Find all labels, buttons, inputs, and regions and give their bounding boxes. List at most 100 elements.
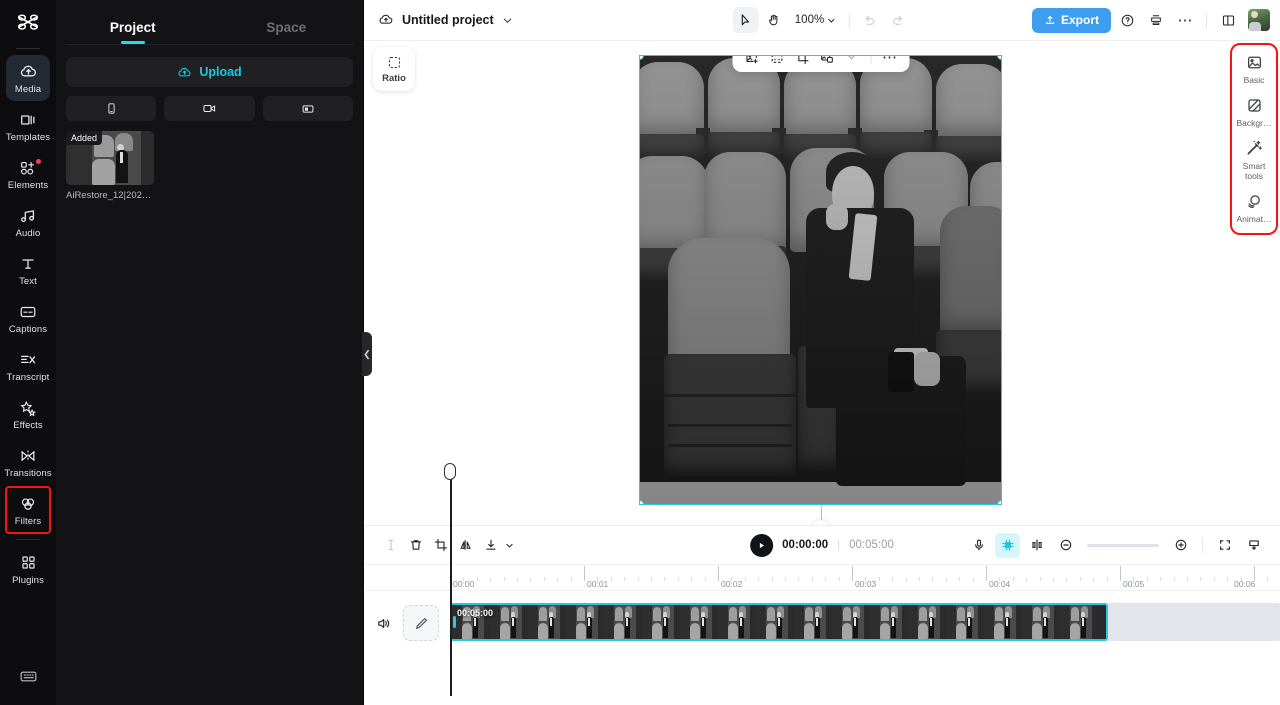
sidebar-item-audio[interactable]: Audio [6, 199, 50, 245]
image-basic-icon [1244, 52, 1264, 72]
right-tools-panel: Basic Backgr… Smart tools Animat… [1230, 43, 1278, 235]
media-item[interactable]: Added AiRestore_12|202… [66, 131, 154, 201]
record-video-button[interactable] [164, 96, 255, 121]
sidebar-item-label: Filters [14, 515, 42, 527]
ruler-tick [1026, 577, 1028, 581]
playhead[interactable] [450, 476, 452, 696]
sidebar-item-templates[interactable]: Templates [6, 103, 50, 149]
hand-pan-icon [767, 13, 781, 27]
clip-left-trim-handle[interactable] [453, 616, 456, 628]
new-badge-dot [36, 159, 41, 164]
panel-collapse-handle[interactable]: ❮ [362, 332, 372, 376]
replace-media-button[interactable] [740, 56, 763, 69]
sidebar-item-elements[interactable]: Elements [6, 151, 50, 197]
upload-button[interactable]: Upload [66, 57, 353, 87]
remove-background-options-button[interactable] [840, 56, 863, 69]
video-track-lane[interactable]: 00:05:00 [450, 603, 1280, 641]
zoom-out-timeline-button[interactable] [1053, 533, 1078, 558]
zoom-level-selector[interactable]: 100% [789, 14, 842, 26]
auto-reframe-button[interactable] [765, 56, 788, 69]
media-grid: Added AiRestore_12|202… [56, 121, 363, 201]
right-tool-basic[interactable]: Basic [1234, 52, 1274, 85]
timeline-ruler[interactable]: 00:00 00:01 00:02 00:03 00:04 00:05 00:0… [364, 565, 1280, 591]
delete-clip-button[interactable] [403, 533, 428, 558]
split-button[interactable] [1024, 533, 1049, 558]
select-tool-button[interactable] [732, 7, 759, 33]
panel-tab-bar: Project Space [56, 0, 363, 44]
media-thumbnail[interactable]: Added [66, 131, 154, 185]
ruler-tick [651, 577, 652, 581]
toolbar-divider-right [1206, 12, 1207, 28]
more-options-button[interactable]: ⋯ [1172, 7, 1198, 33]
download-options-button[interactable] [503, 533, 516, 558]
undo-icon [863, 13, 877, 27]
ruler-tick [517, 577, 518, 581]
panel-layout-button[interactable] [1215, 7, 1241, 33]
tab-project[interactable]: Project [56, 20, 210, 44]
help-button[interactable] [1114, 7, 1140, 33]
ruler-tick [1187, 577, 1188, 581]
remove-background-button[interactable] [815, 56, 838, 69]
crop-button[interactable] [790, 56, 813, 69]
split-cursor-icon [384, 538, 398, 552]
ai-assistant-button[interactable] [995, 532, 1020, 558]
crop-icon [794, 56, 809, 65]
import-from-phone-button[interactable] [66, 96, 157, 121]
download-clip-button[interactable] [478, 533, 503, 558]
tab-label: Space [266, 20, 307, 35]
record-screen-button[interactable] [262, 96, 353, 121]
user-avatar[interactable] [1248, 9, 1270, 31]
ruler-tick [637, 577, 639, 581]
ratio-button[interactable]: Ratio [373, 47, 415, 91]
redo-button[interactable] [885, 7, 911, 33]
hand-tool-button[interactable] [761, 7, 787, 33]
sidebar-item-plugins[interactable]: Plugins [6, 546, 50, 592]
filmstrip-frame [984, 605, 1022, 639]
text-icon [18, 254, 38, 274]
tab-space[interactable]: Space [210, 20, 364, 44]
right-tool-background[interactable]: Backgr… [1234, 95, 1274, 128]
play-button[interactable] [750, 533, 774, 557]
export-button[interactable]: Export [1031, 7, 1111, 33]
edit-track-button[interactable] [403, 605, 439, 641]
chevron-down-icon[interactable] [502, 15, 513, 26]
sidebar-item-media[interactable]: Media [6, 55, 50, 101]
track-height-button[interactable] [1241, 533, 1266, 558]
phone-import-icon [105, 102, 118, 115]
capcut-logo-icon[interactable] [11, 6, 45, 40]
project-title-group[interactable]: Untitled project [378, 12, 513, 28]
layers-button[interactable] [1143, 7, 1169, 33]
sidebar-item-effects[interactable]: Effects [6, 391, 50, 437]
undo-button[interactable] [857, 7, 883, 33]
timeline-tracks: 00:05:00 [364, 463, 1280, 705]
resize-handle-bottom-right[interactable] [997, 500, 1001, 504]
rail-divider-top [16, 48, 40, 49]
mirror-clip-button[interactable] [453, 533, 478, 558]
top-toolbar: Untitled project 100% Export ⋯ [364, 0, 1280, 41]
sidebar-item-transitions[interactable]: Transitions [4, 439, 52, 485]
right-tool-animation[interactable]: Animat… [1234, 191, 1274, 224]
canvas-preview[interactable]: ⋯ [639, 55, 1002, 505]
split-tool-button[interactable] [378, 533, 403, 558]
timeline-right-tools [966, 532, 1266, 558]
sidebar-item-text[interactable]: Text [6, 247, 50, 293]
media-more-options-button[interactable]: ⋯ [878, 56, 901, 69]
voiceover-button[interactable] [966, 533, 991, 558]
media-floating-toolbar: ⋯ [732, 56, 909, 72]
sidebar-item-transcript[interactable]: Transcript [6, 343, 50, 389]
zoom-in-timeline-button[interactable] [1168, 533, 1193, 558]
ruler-tick [919, 577, 920, 581]
selected-media-frame[interactable]: ⋯ [639, 55, 1002, 525]
mute-track-button[interactable] [372, 612, 394, 634]
playhead-handle[interactable] [444, 463, 456, 480]
sidebar-item-captions[interactable]: Captions [6, 295, 50, 341]
rail-divider-bottom [16, 539, 40, 540]
timeline-zoom-slider[interactable] [1087, 543, 1159, 547]
right-tool-smart-tools[interactable]: Smart tools [1234, 138, 1274, 181]
upload-button-label: Upload [199, 65, 242, 79]
video-clip[interactable]: 00:05:00 [450, 603, 1108, 641]
keyboard-shortcuts-icon[interactable] [19, 667, 38, 691]
fit-to-timeline-button[interactable] [1212, 533, 1237, 558]
transcript-icon [18, 350, 38, 370]
sidebar-item-filters[interactable]: Filters [5, 486, 51, 534]
